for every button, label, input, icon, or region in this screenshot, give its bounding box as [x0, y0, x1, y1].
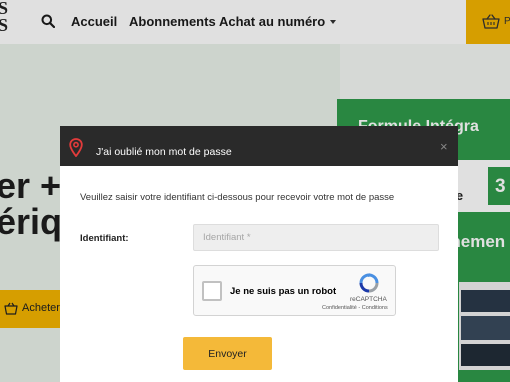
forgot-password-modal: J'ai oublié mon mot de passe × Veuillez … — [60, 126, 458, 382]
recaptcha-brand: reCAPTCHA — [350, 296, 387, 303]
recaptcha-label: Je ne suis pas un robot — [230, 286, 337, 297]
identifier-input[interactable] — [193, 224, 439, 251]
identifier-label: Identifiant: — [80, 233, 129, 244]
modal-title: J'ai oublié mon mot de passe — [96, 146, 232, 158]
map-pin-icon — [69, 138, 83, 157]
modal-instructions: Veuillez saisir votre identifiant ci-des… — [80, 192, 395, 203]
submit-button[interactable]: Envoyer — [183, 337, 272, 370]
recaptcha-logo-icon — [359, 273, 379, 293]
modal-header: J'ai oublié mon mot de passe × — [60, 126, 458, 166]
close-icon[interactable]: × — [440, 140, 448, 153]
recaptcha-widget: Je ne suis pas un robot reCAPTCHA Confid… — [193, 265, 396, 316]
recaptcha-checkbox[interactable] — [202, 281, 222, 301]
recaptcha-links[interactable]: Confidentialité - Conditions — [322, 305, 388, 311]
